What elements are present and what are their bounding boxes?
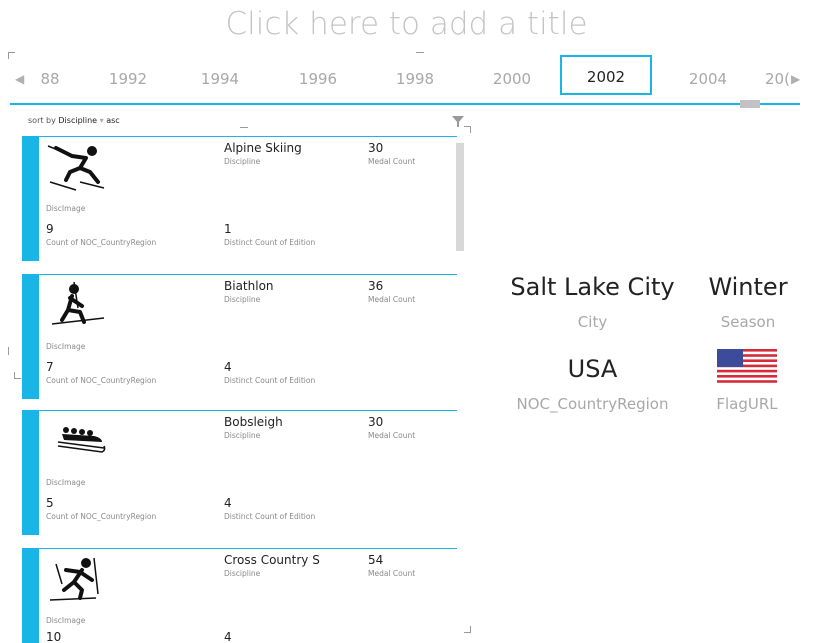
page-title[interactable]: Click here to add a title xyxy=(0,6,813,42)
sort-bar[interactable]: sort by Discipline ▾ asc xyxy=(28,116,120,125)
noc-count-label: Count of NOC_CountryRegion xyxy=(46,512,157,521)
noc-count-value: 10 xyxy=(46,630,62,643)
medal-count-label: Medal Count xyxy=(368,157,416,166)
list-top-tick xyxy=(240,127,248,128)
edition-count-label: Distinct Count of Edition xyxy=(224,512,316,521)
card-accent-bar xyxy=(22,136,39,261)
discipline-card[interactable]: DiscImage 7 Count of NOC_CountryRegion B… xyxy=(22,274,457,399)
edition-count-label: Distinct Count of Edition xyxy=(224,376,316,385)
sort-prefix: sort by xyxy=(28,116,56,125)
list-corner-marker xyxy=(464,126,471,133)
card-top-border xyxy=(22,410,457,411)
list-side-tick xyxy=(8,347,9,355)
edition-count-value: 4 xyxy=(224,360,232,374)
timeline-year[interactable]: 1998 xyxy=(385,70,445,88)
discipline-value: Bobsleigh xyxy=(224,415,283,429)
card-top-border xyxy=(22,548,457,549)
timeline-year[interactable]: 20( xyxy=(765,70,793,88)
list-corner-marker xyxy=(464,626,471,633)
card-list-scrollbar[interactable] xyxy=(456,143,464,251)
edition-count-value: 1 xyxy=(224,222,232,236)
card-accent-bar xyxy=(22,410,39,535)
disc-image-label: DiscImage xyxy=(46,478,86,487)
discipline-label: Discipline xyxy=(224,295,261,304)
card-top-border xyxy=(22,274,457,275)
timeline-year[interactable]: 88 xyxy=(20,70,80,88)
medal-count-label: Medal Count xyxy=(368,569,416,578)
discipline-value: Cross Country S xyxy=(224,553,320,567)
timeline-scroll-right-icon[interactable]: ▶ xyxy=(791,72,800,86)
country-label: NOC_CountryRegion xyxy=(516,395,669,413)
timeline-year[interactable]: 2000 xyxy=(482,70,542,88)
medal-count-value: 30 xyxy=(368,141,384,155)
sort-field[interactable]: Discipline xyxy=(58,116,97,125)
card-accent-bar xyxy=(22,274,39,399)
flag-label: FlagURL xyxy=(716,395,778,413)
discipline-label: Discipline xyxy=(224,157,261,166)
sort-direction[interactable]: asc xyxy=(106,116,119,125)
medal-count-value: 54 xyxy=(368,553,384,567)
medal-count-label: Medal Count xyxy=(368,431,416,440)
edition-count-value: 4 xyxy=(224,496,232,510)
disc-image-label: DiscImage xyxy=(46,342,86,351)
country-value: USA xyxy=(567,355,618,383)
season-value: Winter xyxy=(708,273,788,301)
edition-count-label: Distinct Count of Edition xyxy=(224,238,316,247)
discipline-value: Alpine Skiing xyxy=(224,141,302,155)
discipline-label: Discipline xyxy=(224,569,261,578)
timeline-year-selected[interactable]: 2002 xyxy=(560,55,652,95)
medal-count-label: Medal Count xyxy=(368,295,416,304)
timeline-year[interactable]: 2004 xyxy=(678,70,738,88)
timeline-corner-marker xyxy=(8,52,15,59)
city-label: City xyxy=(577,313,608,331)
discipline-value: Biathlon xyxy=(224,279,274,293)
discipline-label: Discipline xyxy=(224,431,261,440)
timeline-year[interactable]: 1996 xyxy=(288,70,348,88)
timeline-top-tick xyxy=(416,52,424,53)
timeline-year[interactable]: 1992 xyxy=(98,70,158,88)
filter-icon-stem xyxy=(457,122,459,127)
bobsleigh-icon xyxy=(57,427,106,453)
cross-country-skiing-icon xyxy=(49,557,99,601)
noc-count-label: Count of NOC_CountryRegion xyxy=(46,376,157,385)
disc-image-label: DiscImage xyxy=(46,616,86,625)
discipline-card[interactable]: DiscImage 9 Count of NOC_CountryRegion A… xyxy=(22,136,457,261)
noc-count-label: Count of NOC_CountryRegion xyxy=(46,238,157,247)
card-top-border xyxy=(22,136,457,137)
list-corner-marker xyxy=(14,372,21,379)
noc-count-value: 9 xyxy=(46,222,54,236)
noc-count-value: 7 xyxy=(46,360,54,374)
us-flag-icon xyxy=(717,349,777,383)
medal-count-value: 30 xyxy=(368,415,384,429)
edition-count-value: 4 xyxy=(224,630,232,643)
sort-dropdown-icon[interactable]: ▾ xyxy=(100,116,104,125)
season-label: Season xyxy=(720,313,776,331)
discipline-card[interactable]: DiscImage 5 Count of NOC_CountryRegion B… xyxy=(22,410,457,535)
medal-count-value: 36 xyxy=(368,279,384,293)
timeline-scrollbar-handle[interactable] xyxy=(740,100,760,108)
noc-count-value: 5 xyxy=(46,496,54,510)
disc-image-label: DiscImage xyxy=(46,204,86,213)
discipline-card[interactable]: DiscImage 10 Cross Country S Discipline … xyxy=(22,548,457,643)
biathlon-icon xyxy=(51,281,105,325)
alpine-skiing-icon xyxy=(47,145,105,191)
card-accent-bar xyxy=(22,548,39,643)
timeline-axis xyxy=(10,103,800,105)
timeline-year[interactable]: 1994 xyxy=(190,70,250,88)
city-value: Salt Lake City xyxy=(510,273,675,301)
